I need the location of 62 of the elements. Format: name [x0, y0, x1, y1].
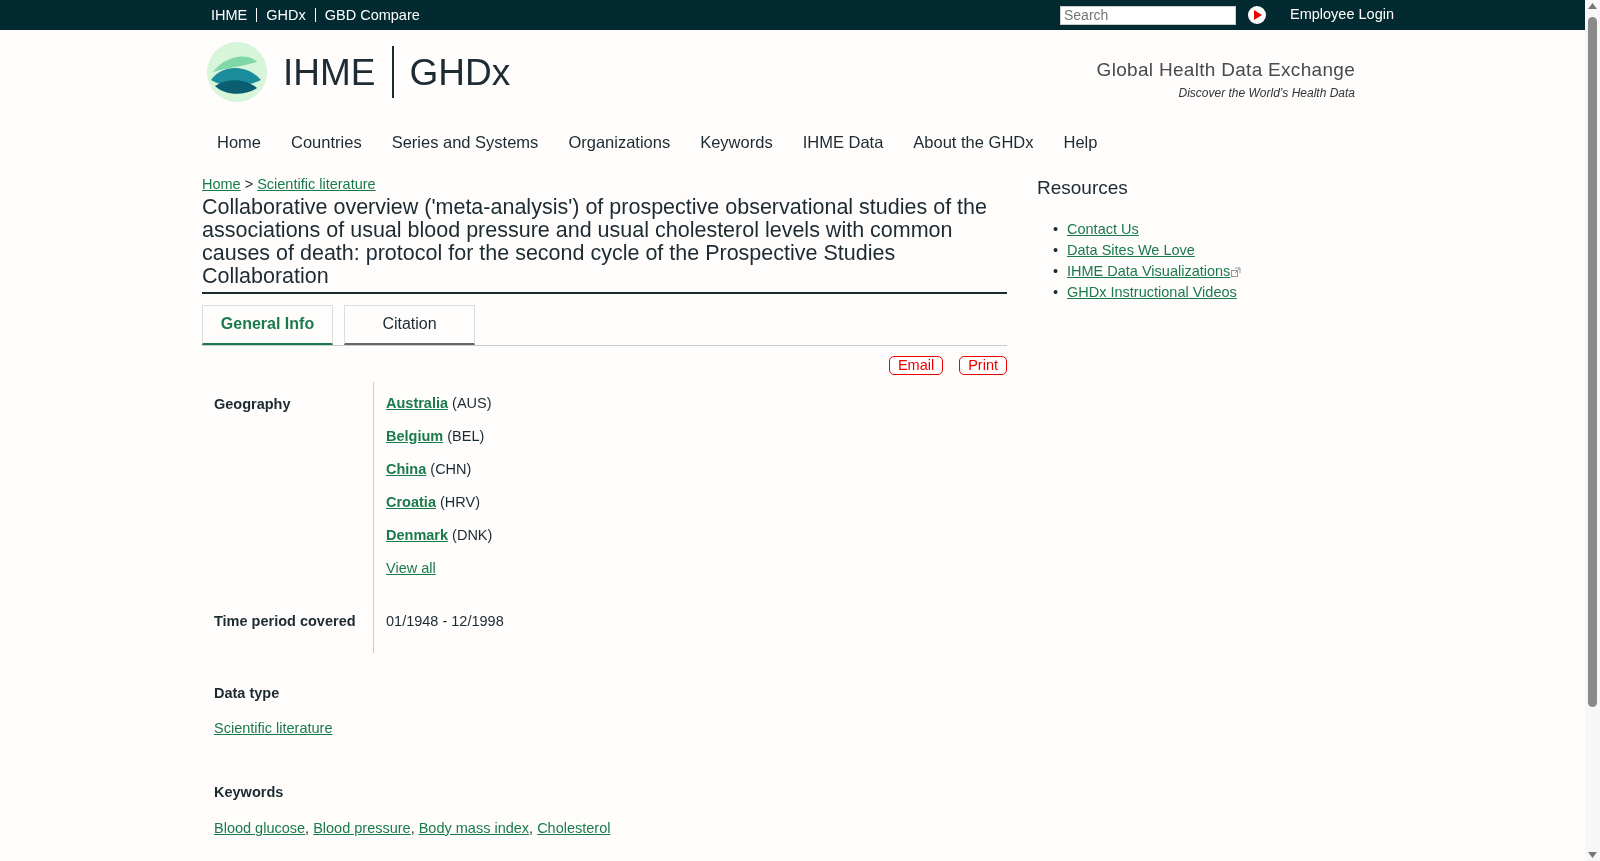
nav-link[interactable]: About the GHDx — [898, 130, 1049, 162]
tab[interactable]: General Info — [202, 304, 333, 345]
field-label: Keywords — [214, 783, 285, 802]
scroll-down-icon[interactable] — [1588, 852, 1597, 858]
breadcrumb-link[interactable]: Scientific literature — [257, 176, 376, 192]
breadcrumb-link[interactable]: Home — [202, 176, 241, 192]
tagline-title: Global Health Data Exchange — [1096, 57, 1355, 82]
top-link[interactable]: GHDx — [256, 7, 315, 23]
keyword-link[interactable]: Blood pressure — [313, 819, 411, 836]
data-type-link[interactable]: Scientific literature — [214, 718, 333, 740]
list-bullet: • — [1053, 240, 1060, 260]
resource-link[interactable]: Contact Us — [1067, 220, 1139, 237]
country-code: (CHN) — [430, 460, 472, 477]
country-link[interactable]: Australia — [386, 394, 449, 411]
country-link[interactable]: China — [386, 460, 427, 477]
keyword-link[interactable]: Blood glucose — [214, 819, 306, 836]
list-bullet: • — [1053, 261, 1060, 281]
country-code: (AUS) — [452, 394, 492, 411]
nav-link[interactable]: Home — [202, 130, 276, 162]
nav-link[interactable]: Countries — [276, 130, 377, 162]
list-bullet: • — [1053, 282, 1060, 302]
list-bullet: • — [1053, 219, 1060, 239]
logo-icon — [207, 42, 267, 102]
separator: , — [529, 819, 534, 836]
resource-link[interactable]: Data Sites We Love — [1067, 241, 1195, 258]
separator: , — [305, 819, 310, 836]
keyword-link[interactable]: Cholesterol — [537, 819, 611, 836]
sidebar-heading: Resources — [1037, 176, 1129, 200]
country-code: (HRV) — [440, 493, 480, 510]
resource-link[interactable]: IHME Data Visualizations — [1067, 262, 1231, 279]
country-link[interactable]: Croatia — [386, 493, 436, 510]
top-link[interactable]: GBD Compare — [314, 7, 429, 23]
field-value: 01/1948 - 12/1998 — [386, 611, 505, 631]
resource-link[interactable]: GHDx Instructional Videos — [1067, 283, 1237, 300]
country-link[interactable]: Belgium — [386, 427, 444, 444]
scroll-up-icon[interactable] — [1588, 3, 1597, 9]
action-button[interactable]: Email — [888, 355, 944, 375]
nav-link[interactable]: IHME Data — [787, 130, 899, 162]
action-button[interactable]: Print — [959, 355, 1007, 375]
field-label: Data type — [214, 683, 281, 703]
country-link[interactable]: Denmark — [386, 526, 449, 543]
nav-link[interactable]: Keywords — [685, 130, 788, 162]
logo-text: IHME — [283, 53, 376, 91]
field-label: Time period covered — [214, 611, 357, 631]
logo-text: GHDx — [409, 53, 511, 91]
page-title: Collaborative overview ('meta-analysis') of prospective observational studies of the associations of usual blood pressure and usual cholesterol levels with common causes of death: protocol for the second cycle of the Prospective Studies Collaboration — [202, 195, 1007, 294]
top-link[interactable]: IHME — [202, 7, 257, 23]
nav-link[interactable]: Organizations — [553, 130, 686, 162]
field-label: Geography — [214, 394, 292, 414]
country-code: (DNK) — [452, 526, 493, 543]
search-field[interactable]: Search — [1060, 5, 1236, 25]
tab[interactable]: Citation — [344, 304, 475, 345]
breadcrumb-separator: > — [244, 176, 254, 192]
separator: , — [410, 819, 415, 836]
nav-link[interactable]: Series and Systems — [376, 130, 554, 162]
external-link-icon — [1231, 266, 1242, 277]
scrollbar-thumb[interactable] — [1588, 17, 1597, 707]
employee-login-link[interactable]: Employee Login — [1290, 4, 1394, 26]
tagline-subtitle: Discover the World’s Health Data — [1177, 85, 1355, 103]
nav-link[interactable]: Help — [1048, 130, 1113, 162]
country-code: (BEL) — [447, 427, 485, 444]
view-all-link[interactable]: View all — [386, 559, 436, 576]
